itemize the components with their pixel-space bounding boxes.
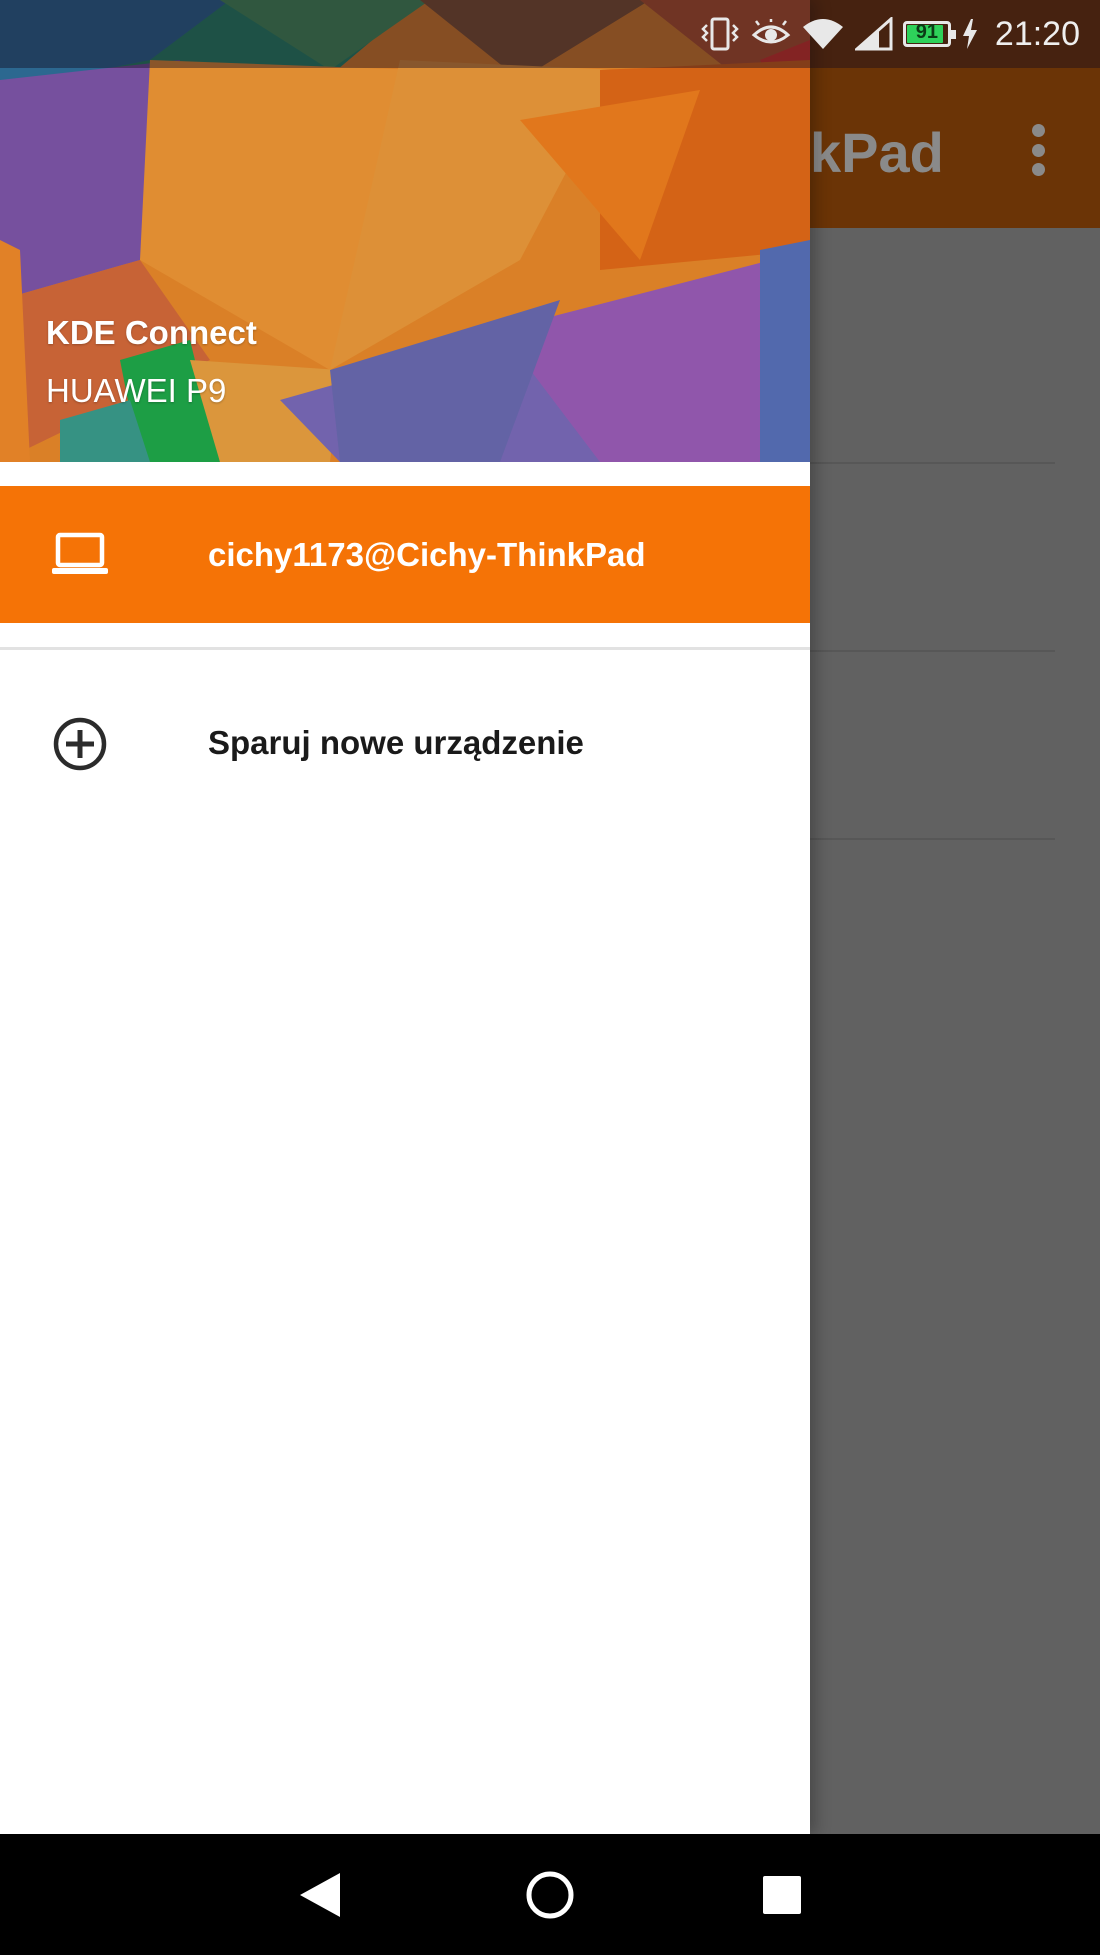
home-button[interactable] [490,1834,610,1955]
eye-comfort-icon [751,19,791,44]
drawer-item-device-label: cichy1173@Cichy-ThinkPad [208,536,646,573]
status-time: 21:20 [994,14,1080,53]
drawer-item-device[interactable]: cichy1173@Cichy-ThinkPad [0,486,810,623]
laptop-icon [52,532,108,574]
vibrate-icon [701,17,739,51]
list-divider [810,838,1055,840]
add-circle-icon [53,717,107,771]
recents-icon [763,1875,801,1914]
drawer-header: KDE Connect HUAWEI P9 [0,0,810,462]
charging-icon [962,19,977,49]
system-nav-bar [0,1834,1100,1955]
drawer-item-pair-new-device-label: Sparuj nowe urządzenie [208,724,584,761]
status-icons: 91 21:20 [699,0,1080,68]
battery-icon: 91 [902,21,956,47]
drawer-app-name: KDE Connect [46,314,257,351]
battery-percent: 91 [915,21,939,43]
cell-signal-icon [854,17,893,51]
list-divider [810,462,1055,464]
drawer-item-pair-new-device[interactable]: Sparuj nowe urządzenie [0,674,810,811]
back-icon [300,1872,340,1917]
more-vert-icon[interactable] [1016,124,1060,176]
wifi-icon [802,19,843,49]
drawer-divider [0,647,810,650]
screen: kPad KDE Connect HUAWEI P9 cichy1173@Cic… [0,0,1100,1955]
list-divider [810,650,1055,652]
back-button[interactable] [260,1834,380,1955]
status-bar: 91 21:20 [0,0,1100,68]
app-title: kPad [810,121,944,184]
drawer-device-name: HUAWEI P9 [46,372,227,409]
recents-button[interactable] [722,1834,842,1955]
home-icon [526,1871,574,1918]
navigation-drawer: KDE Connect HUAWEI P9 cichy1173@Cichy-Th… [0,0,810,1834]
